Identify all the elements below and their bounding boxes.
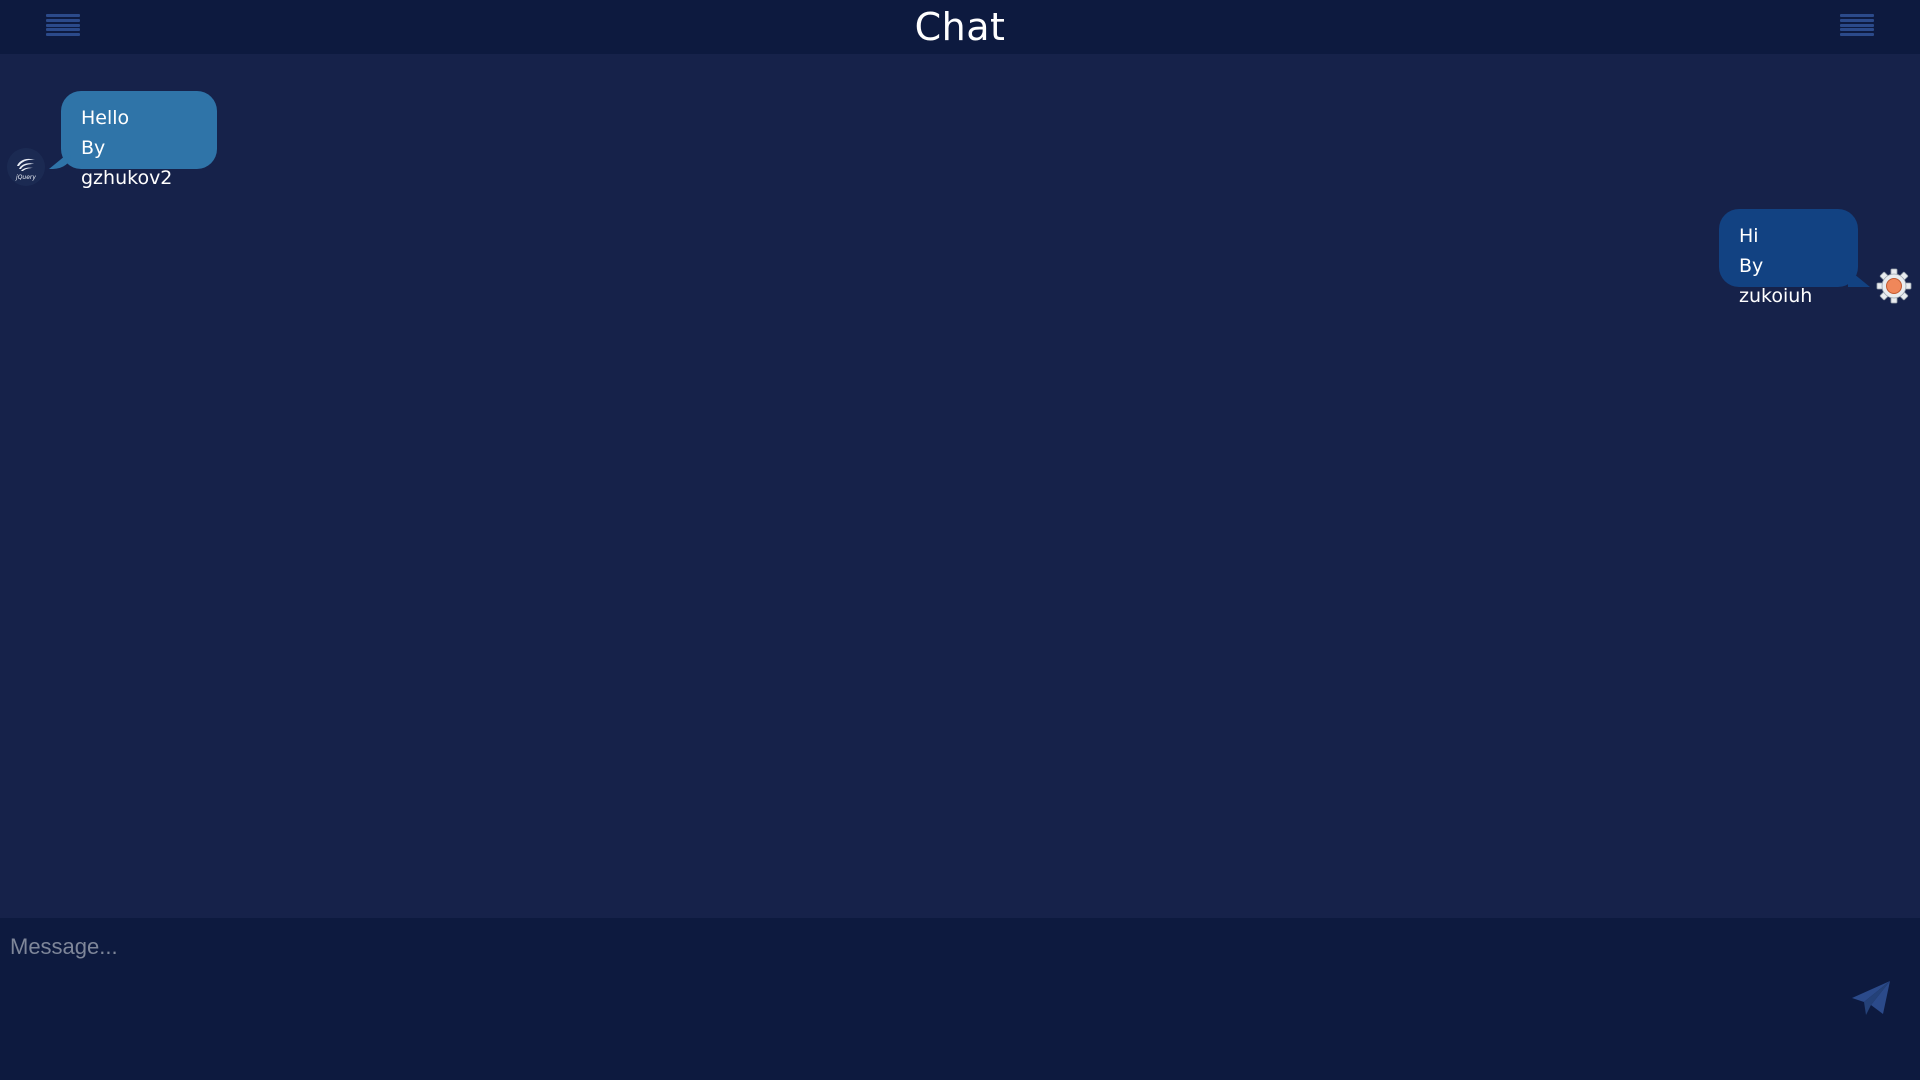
message-text: Hi xyxy=(1739,225,1759,247)
gear-avatar xyxy=(1875,267,1913,305)
message-bubble-outgoing: Hi By zukoiuh xyxy=(1719,209,1858,307)
jquery-logo-icon: jQuery xyxy=(7,148,45,186)
hamburger-menu-icon xyxy=(46,14,80,17)
header-bar: Chat xyxy=(0,0,1920,54)
send-button[interactable] xyxy=(1850,978,1892,1020)
left-menu-button[interactable] xyxy=(46,11,80,39)
message-list[interactable]: jQuery Hello By gzhukov2 Hi By zukoiuh xyxy=(0,54,1920,918)
message-author: By gzhukov2 xyxy=(81,137,173,189)
right-menu-button[interactable] xyxy=(1840,11,1874,39)
composer-bar xyxy=(0,918,1920,1080)
jquery-logo-avatar: jQuery xyxy=(7,148,45,186)
message-text: Hello xyxy=(81,107,130,129)
message-bubble-incoming: Hello By gzhukov2 xyxy=(61,91,217,189)
page-title: Chat xyxy=(914,5,1006,49)
message-input[interactable] xyxy=(0,918,1820,1080)
gear-icon xyxy=(1876,268,1912,304)
svg-text:jQuery: jQuery xyxy=(15,174,36,181)
message-author: By zukoiuh xyxy=(1739,255,1813,307)
chat-app: Chat jQuery Hello By gzhukov2 Hi By zuko… xyxy=(0,0,1920,1080)
hamburger-menu-icon xyxy=(1840,14,1874,17)
paper-plane-icon xyxy=(1852,981,1890,1015)
